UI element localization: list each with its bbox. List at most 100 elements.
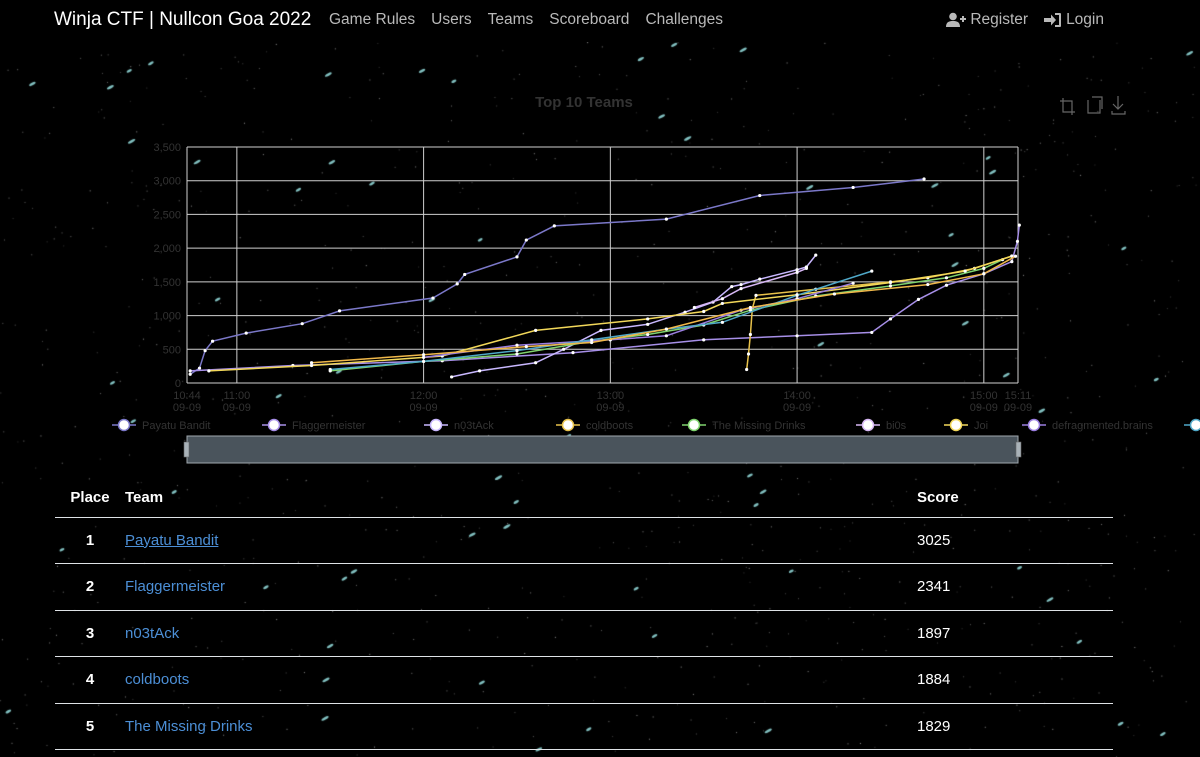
x-tick-time: 12:00: [410, 390, 438, 402]
zoom-reset-icon: [1087, 96, 1103, 114]
data-point: [730, 284, 734, 289]
register-label: Register: [970, 11, 1029, 28]
zoom-icon: [1060, 98, 1075, 115]
nav-users[interactable]: Users: [431, 11, 471, 29]
zoom-slider: [186, 435, 1019, 464]
data-point: [1015, 239, 1020, 243]
header-place: Place: [55, 478, 125, 518]
x-tick-date: 09-09: [223, 402, 251, 414]
data-point: [870, 269, 874, 273]
team-link[interactable]: Payatu Bandit: [125, 532, 218, 549]
legend-label: Payatu Bandit: [142, 420, 211, 432]
team-cell: Payatu Bandit: [125, 517, 917, 564]
scoreboard-table-wrapper: Place Team Score 1 Payatu Bandit 3025 2 …: [55, 478, 1113, 750]
x-tick-date: 09-09: [783, 402, 811, 414]
data-point: [758, 193, 762, 198]
score-line-chart: Top 10 Teams 0 500 1,000 1,500 2,000 2,500 3,00…: [112, 94, 1200, 464]
data-point: [515, 349, 519, 353]
x-tick-time: 14:00: [783, 390, 811, 402]
data-point: [207, 369, 211, 373]
data-point: [244, 331, 248, 335]
y-tick-label: 1,500: [153, 277, 181, 289]
nav-game-rules[interactable]: Game Rules: [329, 11, 415, 29]
data-point: [463, 272, 467, 277]
data-point: [515, 255, 519, 259]
x-tick-date: 09-09: [1004, 402, 1032, 414]
data-point: [599, 328, 603, 333]
table-header-row: Place Team Score: [55, 478, 1113, 518]
data-point: [795, 293, 799, 297]
scoreboard-graph: Top 10 Teams 0 500 1,000 1,500 2,000 2,500 3,00…: [0, 80, 1200, 480]
data-point: [455, 282, 459, 286]
data-point: [646, 317, 650, 321]
data-point: [795, 270, 799, 275]
data-point: [795, 334, 799, 338]
scoreboard-table: Place Team Score 1 Payatu Bandit 3025 2 …: [55, 478, 1113, 750]
legend-label: bi0s: [886, 420, 907, 432]
data-point: [328, 367, 332, 372]
place-cell: 2: [55, 563, 125, 611]
data-point: [1013, 254, 1018, 258]
team-link[interactable]: n03tAck: [125, 625, 179, 642]
legend-marker: [949, 418, 963, 432]
team-cell: n03tAck: [125, 610, 917, 657]
data-point: [478, 369, 482, 373]
place-cell: 4: [55, 656, 125, 704]
data-point: [814, 253, 818, 257]
login-label: Login: [1066, 11, 1104, 28]
zoom-handle-right: [1015, 441, 1022, 458]
legend-label: coldboots: [586, 420, 634, 432]
top-navbar: Winja CTF | Nullcon Goa 2022 Game Rules …: [0, 0, 1200, 42]
data-point: [870, 330, 874, 335]
data-point: [851, 281, 855, 285]
team-link[interactable]: coldboots: [125, 671, 189, 688]
login-link[interactable]: Login: [1044, 11, 1104, 29]
data-point: [1010, 260, 1014, 264]
legend-label: Joi: [974, 420, 988, 432]
data-point: [664, 327, 668, 331]
data-point: [804, 266, 809, 270]
legend-marker: [117, 418, 131, 432]
register-link[interactable]: Register: [946, 11, 1028, 29]
x-tick-date: 09-09: [596, 402, 624, 414]
data-point: [888, 284, 893, 288]
data-point: [309, 361, 314, 365]
x-tick-time: 15:00: [970, 390, 998, 402]
place-cell: 3: [55, 610, 125, 657]
header-team: Team: [125, 478, 917, 518]
data-point: [300, 322, 304, 326]
data-point: [337, 309, 342, 313]
data-point: [450, 375, 454, 379]
data-point: [963, 269, 967, 273]
nav-teams[interactable]: Teams: [488, 11, 534, 29]
data-point: [702, 309, 706, 314]
nav-challenges[interactable]: Challenges: [645, 11, 723, 29]
download-icon: [1111, 96, 1126, 115]
x-tick-time: 10:44: [173, 390, 201, 402]
x-tick-date: 09-09: [410, 402, 438, 414]
team-link[interactable]: Flaggermeister: [125, 578, 225, 595]
place-cell: 1: [55, 517, 125, 564]
chart-title: Top 10 Teams: [535, 94, 633, 111]
data-point: [702, 338, 706, 342]
data-point: [646, 322, 650, 326]
y-tick-label: 2,500: [153, 209, 181, 221]
data-point: [888, 280, 893, 285]
data-point: [922, 177, 926, 181]
x-tick-date: 09-09: [173, 402, 201, 414]
data-point: [203, 349, 207, 353]
x-tick-time: 11:00: [224, 390, 251, 402]
nav-scoreboard[interactable]: Scoreboard: [549, 11, 629, 29]
team-cell: coldboots: [125, 656, 917, 704]
team-link[interactable]: The Missing Drinks: [125, 718, 253, 735]
legend-marker: [267, 418, 281, 432]
data-point: [739, 287, 743, 291]
x-tick-date: 09-09: [970, 402, 998, 414]
data-point: [748, 332, 752, 337]
data-point: [664, 217, 668, 221]
main-nav: Game Rules Users Teams Scoreboard Challe…: [329, 11, 739, 29]
score-cell: 1897: [917, 610, 1113, 657]
data-point: [720, 297, 724, 301]
data-point: [571, 351, 575, 355]
brand-link[interactable]: Winja CTF | Nullcon Goa 2022: [54, 9, 311, 31]
